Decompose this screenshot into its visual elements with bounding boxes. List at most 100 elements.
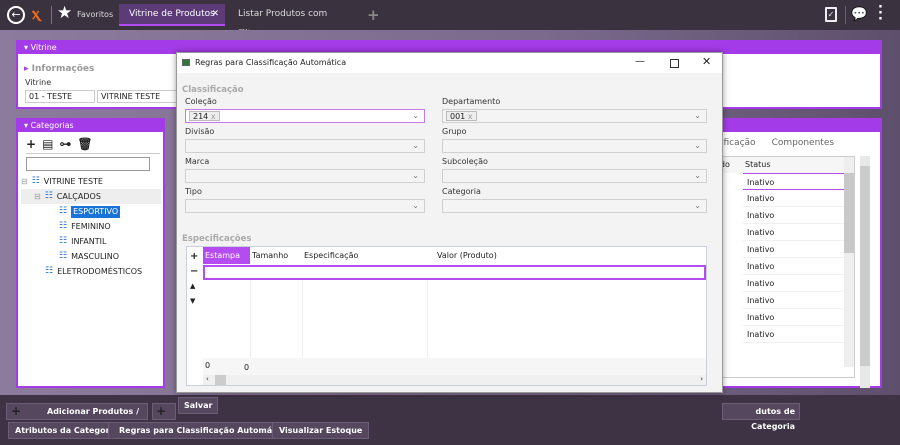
close-button[interactable]: ✕: [702, 55, 711, 68]
vitrine-code-field[interactable]: 01 - TESTE: [25, 90, 95, 103]
column-header-tamanho[interactable]: Tamanho: [250, 247, 302, 264]
tree-item[interactable]: ⊟ ☷ CALÇADOS: [21, 189, 161, 204]
tree-item-label: ELETRODOMÉSTICOS: [57, 267, 143, 276]
chevron-down-icon[interactable]: ⌄: [694, 201, 701, 210]
tab-vitrine-de-produtos[interactable]: Vitrine de Produtos ✕: [119, 4, 225, 26]
back-icon[interactable]: ←: [7, 6, 25, 24]
top-bar: ← ⲭ ★ Favoritos Vitrine de Produtos ✕ Lis…: [0, 0, 900, 39]
column-header-especificacao[interactable]: Especificação: [302, 247, 427, 264]
adicionar-produtos-button[interactable]: +Adicionar Produtos / Serviços: [6, 403, 148, 431]
tree-item[interactable]: ☷ MASCULINO: [21, 249, 161, 264]
collapse-icon[interactable]: ⊟: [34, 189, 41, 204]
chevron-down-icon[interactable]: ⌄: [412, 141, 419, 150]
tab-listar-produtos[interactable]: Listar Produtos com Filtro✕: [228, 4, 356, 39]
section-title: Informações: [31, 64, 95, 74]
status-cell[interactable]: Inativo: [743, 207, 853, 224]
field-combo[interactable]: 214 x ⌄: [185, 109, 425, 123]
field-combo[interactable]: ⌄: [442, 169, 707, 183]
chevron-down-icon[interactable]: ⌄: [412, 171, 419, 180]
a-button[interactable]: + A: [152, 403, 176, 432]
status-cell[interactable]: Inativo: [743, 173, 853, 190]
add-icon[interactable]: +: [26, 137, 36, 151]
horizontal-scrollbar[interactable]: ‹ ›: [203, 375, 706, 385]
chat-icon[interactable]: 💬: [851, 7, 867, 22]
add-row-icon[interactable]: +: [190, 249, 198, 264]
category-icon: ☷: [59, 206, 68, 216]
collapse-icon[interactable]: ⊟: [21, 174, 28, 189]
plus-icon: +: [156, 404, 167, 418]
produtos-categoria-button[interactable]: dutos de Categoria: [722, 403, 800, 431]
classificacao-section: Classificação: [182, 85, 244, 95]
minimize-button[interactable]: —: [635, 56, 645, 67]
tree-config-icon[interactable]: ⊶: [59, 137, 71, 151]
field-label: Categoria: [442, 187, 481, 196]
move-down-icon[interactable]: ▼: [190, 294, 198, 309]
tree-item[interactable]: ⊟ ☷ VITRINE TESTE: [21, 174, 161, 189]
dialog: Regras para Classificação Automática — ✕…: [176, 52, 723, 393]
save-button[interactable]: Salvar: [178, 397, 219, 414]
field-combo[interactable]: ⌄: [185, 199, 425, 213]
tree-item-label: FEMININO: [71, 222, 111, 231]
add-tab-icon[interactable]: +: [367, 6, 380, 24]
informacoes-section[interactable]: ▸ Informações: [24, 64, 94, 74]
field-combo[interactable]: 001 x ⌄: [442, 109, 707, 123]
chevron-down-icon[interactable]: ⌄: [694, 141, 701, 150]
status-cell[interactable]: Inativo: [743, 190, 853, 207]
column-header-estampa[interactable]: Estampa: [203, 247, 250, 264]
tree-item[interactable]: ☷ ESPORTIVO: [21, 204, 161, 219]
column-header-status[interactable]: Status: [745, 157, 771, 173]
rows: Inativo Inativo Inativo Inativo Inativo Inati…: [701, 173, 853, 343]
tab-label: Vitrine de Produtos: [129, 9, 215, 19]
clipboard-icon[interactable]: ✓: [825, 7, 837, 22]
status-cell[interactable]: Inativo: [743, 275, 853, 292]
tree-item[interactable]: ☷ ELETRODOMÉSTICOS: [21, 264, 161, 279]
summary-count: 0: [205, 361, 211, 370]
chevron-down-icon[interactable]: ⌄: [412, 201, 419, 210]
selected-tag[interactable]: 001 x: [446, 111, 477, 121]
category-icon: ☷: [31, 176, 40, 186]
close-icon[interactable]: ✕: [211, 4, 219, 24]
tag-value: 214: [193, 112, 209, 121]
status-cell[interactable]: Inativo: [743, 241, 853, 258]
tree-item-label: CALÇADOS: [56, 192, 101, 201]
scroll-left-icon[interactable]: ‹: [206, 375, 209, 383]
star-icon[interactable]: ★: [57, 3, 72, 23]
favorites-menu[interactable]: Favoritos: [77, 10, 113, 19]
field-combo[interactable]: ⌄: [185, 169, 425, 183]
status-cell[interactable]: Inativo: [743, 292, 853, 309]
remove-tag-icon[interactable]: x: [468, 112, 473, 121]
panel-scrollbar[interactable]: [860, 156, 870, 388]
scroll-right-icon[interactable]: ›: [700, 375, 703, 383]
list-icon[interactable]: ▤: [42, 137, 53, 151]
chevron-down-icon[interactable]: ⌄: [694, 111, 701, 120]
status-cell[interactable]: Inativo: [743, 309, 853, 326]
field-combo[interactable]: ⌄: [185, 139, 425, 153]
trash-icon[interactable]: 🗑: [77, 137, 92, 151]
remove-row-icon[interactable]: −: [190, 264, 198, 279]
chevron-down-icon[interactable]: ⌄: [694, 171, 701, 180]
logo-icon[interactable]: ⲭ: [32, 4, 40, 24]
move-up-icon[interactable]: ▲: [190, 279, 198, 294]
spec-row-editing[interactable]: [203, 265, 706, 280]
vertical-scrollbar[interactable]: [844, 157, 854, 367]
category-search-input[interactable]: [26, 157, 150, 171]
maximize-button[interactable]: [670, 59, 679, 68]
tree-item[interactable]: ☷ INFANTIL: [21, 234, 161, 249]
status-cell[interactable]: Inativo: [743, 326, 853, 343]
vitrine-name-field[interactable]: VITRINE TESTE: [97, 90, 177, 103]
field-combo[interactable]: ⌄: [442, 139, 707, 153]
status-cell[interactable]: Inativo: [743, 258, 853, 275]
column-header-valor[interactable]: Valor (Produto): [427, 247, 497, 264]
more-icon[interactable]: · · ·: [878, 1, 883, 26]
remove-tag-icon[interactable]: x: [211, 112, 216, 121]
categorias-header[interactable]: ▾ Categorias: [18, 120, 163, 132]
tab-componentes[interactable]: Componentes: [772, 138, 834, 148]
visualizar-estoque-button[interactable]: Visualizar Estoque: [272, 422, 370, 439]
status-cell[interactable]: Inativo: [743, 224, 853, 241]
field-combo[interactable]: ⌄: [442, 199, 707, 213]
selected-tag[interactable]: 214 x: [189, 111, 220, 121]
tree-item[interactable]: ☷ FEMININO: [21, 219, 161, 234]
products-grid: ado Status InativoInativoInativoInativoI…: [700, 156, 855, 378]
summary-count: 0: [244, 363, 250, 372]
chevron-down-icon[interactable]: ⌄: [412, 111, 419, 120]
